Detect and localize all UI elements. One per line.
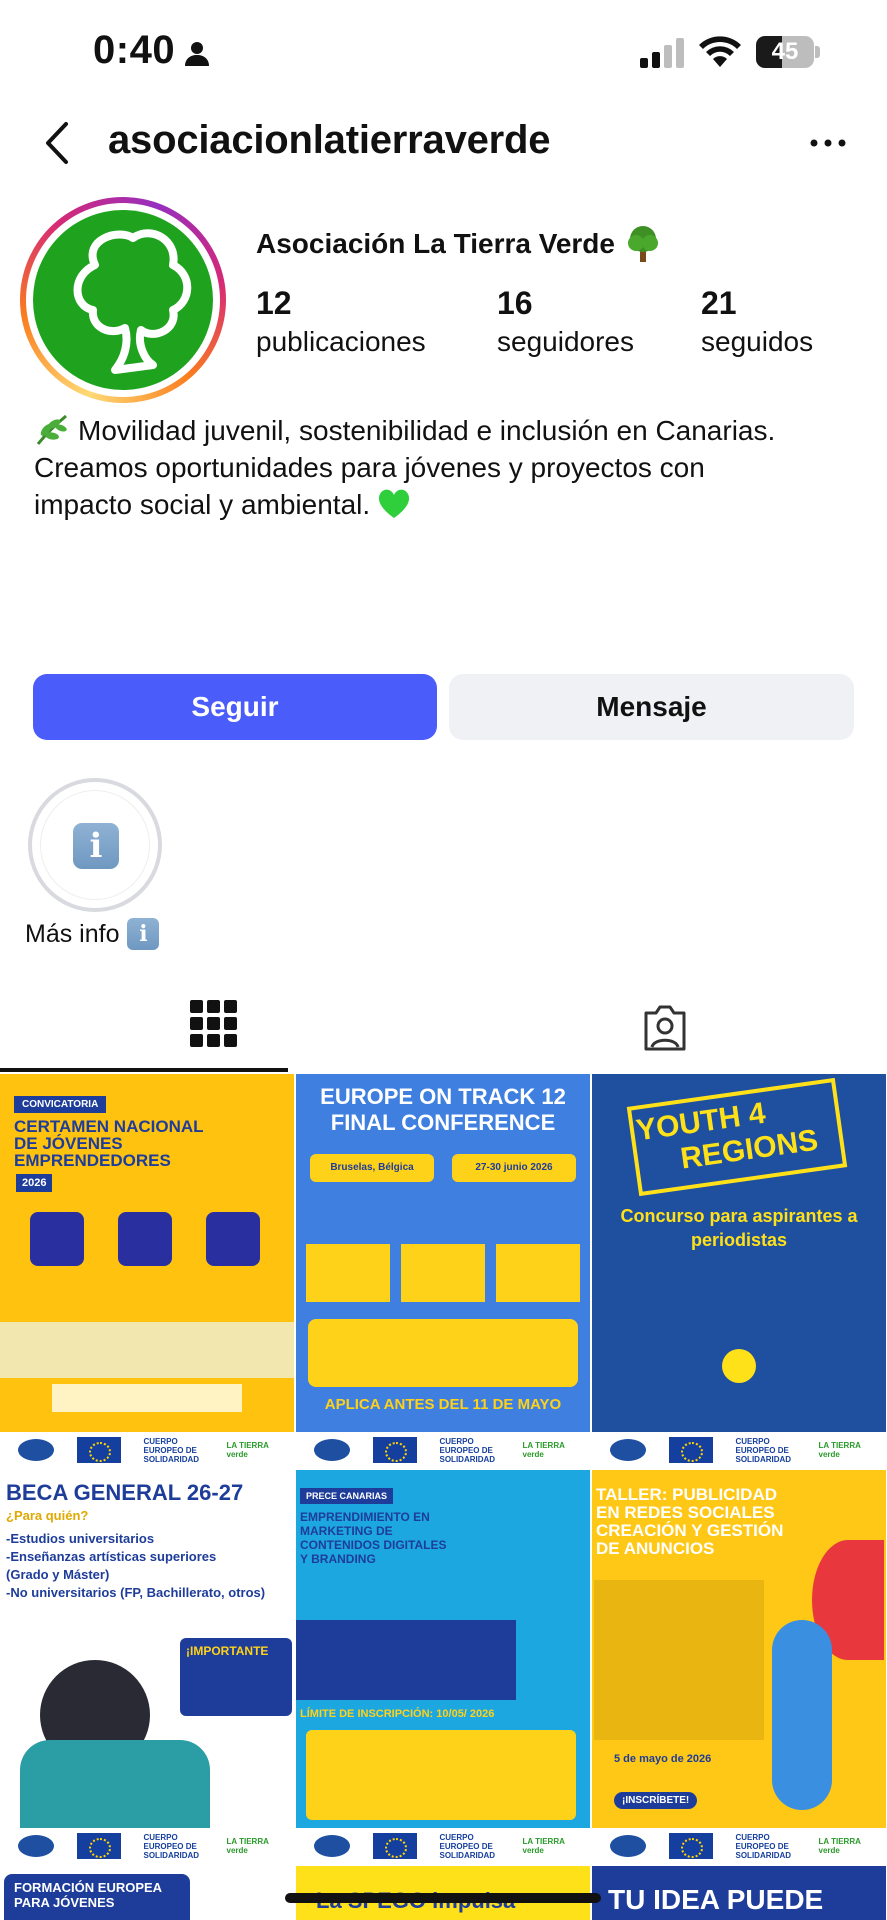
bio-line-2: Creamos oportunidades para jóvenes y pro…: [34, 452, 705, 483]
grid-tab-icon[interactable]: [190, 1000, 238, 1048]
post-2-title-2: FINAL CONFERENCE: [330, 1110, 556, 1135]
post-5[interactable]: PRECE CANARIAS EMPRENDIMIENTO EN MARKETI…: [296, 1470, 590, 1864]
post-6[interactable]: TALLER: PUBLICIDAD EN REDES SOCIALES CRE…: [592, 1470, 886, 1864]
status-bar: 0:40 45: [0, 0, 887, 100]
post-6-date: 5 de mayo de 2026: [614, 1753, 712, 1765]
profile-name: Asociación La Tierra Verde: [256, 225, 661, 263]
post-1-title-1: CERTAMEN NACIONAL: [14, 1117, 204, 1136]
post-9[interactable]: TU IDEA PUEDE: [592, 1866, 886, 1920]
stat-posts-number: 12: [256, 285, 292, 321]
bio-line-1: Movilidad juvenil, sostenibilidad e incl…: [78, 415, 776, 446]
stat-following[interactable]: 21 seguidos: [701, 285, 813, 358]
follow-button[interactable]: Seguir: [33, 674, 437, 740]
post-5-title-2: MARKETING DE: [300, 1524, 393, 1538]
post-4-item-2: -Enseñanzas artísticas superiores: [6, 1549, 217, 1564]
battery-level: 45: [771, 38, 799, 65]
post-4-item-1: -Estudios universitarios: [6, 1531, 155, 1546]
post-3-subtitle: Concurso para aspirantes a periodistas: [620, 1206, 858, 1250]
post-4-item-3: (Grado y Máster): [6, 1567, 110, 1582]
profile-name-text: Asociación La Tierra Verde: [256, 228, 615, 259]
info-icon: i: [73, 823, 119, 869]
post-3[interactable]: YOUTH 4 REGIONS Concurso para aspirantes…: [592, 1074, 886, 1468]
post-6-title-2: EN REDES SOCIALES: [596, 1503, 775, 1522]
battery-icon: 45: [756, 36, 820, 68]
post-6-title-1: TALLER: PUBLICIDAD: [596, 1485, 777, 1504]
post-1-tag: CONVICATORIA: [14, 1096, 107, 1113]
status-time: 0:40: [93, 28, 176, 72]
home-indicator[interactable]: [285, 1893, 601, 1903]
active-tab-indicator: [0, 1068, 288, 1072]
post-1-title-3: EMPRENDEDORES: [14, 1151, 171, 1170]
profile-bio: Movilidad juvenil, sostenibilidad e incl…: [34, 412, 864, 523]
cellular-signal-icon: [640, 38, 684, 68]
post-4-title: BECA GENERAL 26-27: [6, 1480, 244, 1505]
post-6-cta: ¡INSCRÍBETE!: [614, 1792, 698, 1809]
highlight-label-text: Más info: [25, 919, 120, 948]
post-7-title-1: FORMACIÓN EUROPEA: [14, 1880, 163, 1895]
profile-avatar[interactable]: [20, 197, 226, 403]
stat-followers[interactable]: 16 seguidores: [497, 285, 634, 358]
stat-followers-label: seguidores: [497, 326, 634, 357]
post-4-question: ¿Para quién?: [6, 1508, 89, 1523]
tree-icon: [627, 226, 658, 262]
stat-following-number: 21: [701, 285, 737, 321]
stat-following-label: seguidos: [701, 326, 814, 357]
post-4-item-4: -No universitarios (FP, Bachillerato, ot…: [6, 1585, 266, 1600]
post-2-dates: 27-30 junio 2026: [452, 1154, 576, 1182]
post-9-title: TU IDEA PUEDE: [608, 1884, 824, 1915]
herb-icon: [36, 414, 67, 445]
post-5-title-1: EMPRENDIMIENTO EN: [300, 1510, 430, 1524]
post-7-title-2: PARA JÓVENES: [14, 1895, 115, 1910]
post-2-title-1: EUROPE ON TRACK 12: [320, 1084, 566, 1109]
story-highlight-label[interactable]: Más info i: [25, 918, 160, 950]
bio-line-3: impacto social y ambiental.: [34, 489, 371, 520]
post-4[interactable]: BECA GENERAL 26-27 ¿Para quién? -Estudio…: [0, 1470, 294, 1864]
info-icon-small: i: [127, 918, 160, 950]
post-1[interactable]: CONVICATORIA CERTAMEN NACIONAL DE JÓVENE…: [0, 1074, 294, 1468]
tagged-tab-icon[interactable]: [640, 1003, 690, 1053]
post-5-deadline: LÍMITE DE INSCRIPCIÓN: 10/05/ 2026: [300, 1708, 495, 1720]
person-icon: [185, 42, 209, 66]
back-icon[interactable]: [42, 118, 72, 168]
post-5-title-4: Y BRANDING: [300, 1552, 376, 1566]
post-2-cta: APLICA ANTES DEL 11 DE MAYO: [324, 1396, 562, 1413]
post-5-title-3: CONTENIDOS DIGITALES: [300, 1538, 447, 1552]
profile-username: asociacionlatierraverde: [108, 118, 551, 162]
post-5-tag: PRECE CANARIAS: [300, 1488, 394, 1504]
post-2-location: Bruselas, Bélgica: [310, 1154, 434, 1182]
more-options-icon[interactable]: [808, 128, 848, 158]
stat-posts-label: publicaciones: [256, 326, 426, 357]
tree-logo: [33, 210, 213, 390]
post-7[interactable]: FORMACIÓN EUROPEA PARA JÓVENES: [0, 1866, 294, 1920]
post-4-important: ¡IMPORTANTE: [180, 1638, 292, 1716]
post-6-title-3: CREACIÓN Y GESTIÓN: [596, 1521, 784, 1540]
green-heart-icon: [379, 489, 410, 518]
wifi-icon: [699, 36, 741, 67]
post-1-title-2: DE JÓVENES: [14, 1134, 123, 1153]
stat-posts[interactable]: 12 publicaciones: [256, 285, 426, 358]
story-highlight[interactable]: i: [28, 778, 162, 912]
post-6-title-4: DE ANUNCIOS: [596, 1539, 715, 1558]
message-button[interactable]: Mensaje: [449, 674, 854, 740]
post-1-year: 2026: [16, 1174, 53, 1192]
stat-followers-number: 16: [497, 285, 533, 321]
post-2[interactable]: EUROPE ON TRACK 12 FINAL CONFERENCE Brus…: [296, 1074, 590, 1468]
